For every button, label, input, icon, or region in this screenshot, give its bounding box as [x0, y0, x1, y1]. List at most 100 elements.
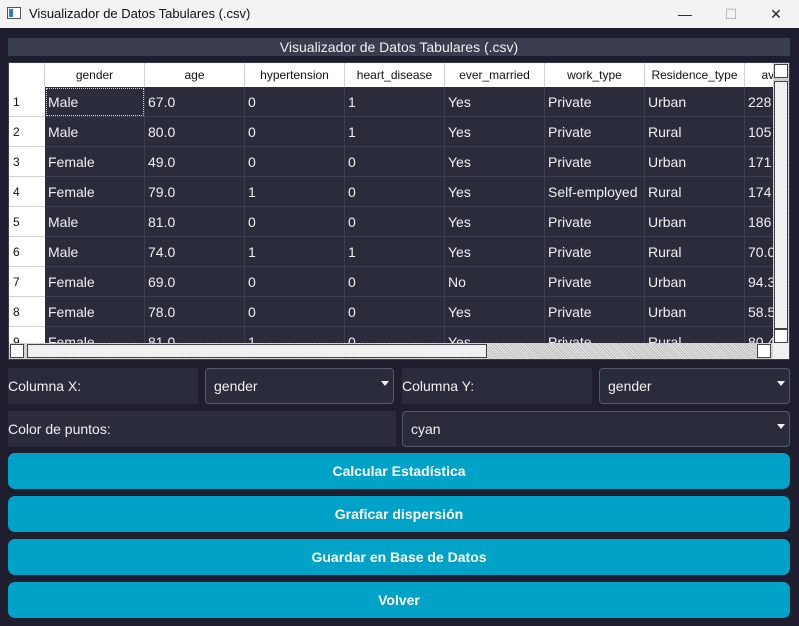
page-title: Visualizador de Datos Tabulares (.csv) — [8, 38, 790, 56]
table-cell[interactable]: Male — [45, 117, 145, 147]
column-x-select[interactable]: gender — [205, 368, 394, 404]
column-header[interactable]: heart_disease — [345, 63, 445, 87]
vertical-scroll-thumb[interactable] — [774, 81, 788, 329]
scroll-left-icon[interactable] — [10, 344, 24, 358]
point-color-select[interactable]: cyan — [402, 411, 790, 447]
table-cell[interactable]: Urban — [645, 147, 745, 177]
table-cell[interactable]: 0 — [245, 87, 345, 117]
row-header[interactable]: 2 — [9, 117, 45, 147]
row-header[interactable]: 4 — [9, 177, 45, 207]
table-cell[interactable]: Yes — [445, 177, 545, 207]
table-cell[interactable]: 1 — [245, 177, 345, 207]
column-header[interactable]: age — [145, 63, 245, 87]
column-y-label: Columna Y: — [402, 368, 592, 404]
table-cell[interactable]: Urban — [645, 267, 745, 297]
table-cell[interactable]: 0 — [345, 297, 445, 327]
table-cell[interactable]: Female — [45, 147, 145, 177]
table-cell[interactable]: 67.0 — [145, 87, 245, 117]
table-cell[interactable]: Yes — [445, 147, 545, 177]
table-cell[interactable]: Private — [545, 237, 645, 267]
table-cell[interactable]: Rural — [645, 237, 745, 267]
table-cell[interactable]: Male — [45, 87, 145, 117]
table-cell[interactable]: Urban — [645, 207, 745, 237]
table-cell[interactable]: Private — [545, 207, 645, 237]
row-header[interactable]: 5 — [9, 207, 45, 237]
table-cell[interactable]: No — [445, 267, 545, 297]
table-cell[interactable]: 0 — [345, 267, 445, 297]
table-cell[interactable]: 1 — [345, 117, 445, 147]
table-cell[interactable]: Yes — [445, 87, 545, 117]
column-header[interactable]: gender — [45, 63, 145, 87]
table-cell[interactable]: Yes — [445, 297, 545, 327]
scroll-right-icon[interactable] — [757, 344, 771, 358]
table-cell[interactable]: 49.0 — [145, 147, 245, 177]
table-cell[interactable]: Private — [545, 267, 645, 297]
table-cell[interactable]: Female — [45, 297, 145, 327]
column-y-select[interactable]: gender — [599, 368, 790, 404]
data-table[interactable]: gender age hypertension heart_disease ever_m… — [8, 62, 790, 360]
table-cell[interactable]: Private — [545, 297, 645, 327]
horizontal-scroll-thumb[interactable] — [27, 344, 487, 358]
table-cell[interactable]: 74.0 — [145, 237, 245, 267]
table-cell[interactable]: Rural — [645, 177, 745, 207]
save-database-button[interactable]: Guardar en Base de Datos — [8, 539, 790, 575]
table-cell[interactable]: 0 — [245, 267, 345, 297]
table-cell[interactable]: 0 — [245, 297, 345, 327]
point-color-value: cyan — [411, 421, 441, 437]
table-cell[interactable]: 0 — [245, 207, 345, 237]
table-cell[interactable]: 0 — [245, 117, 345, 147]
vertical-scrollbar[interactable] — [773, 63, 789, 345]
scroll-down-icon[interactable] — [774, 329, 788, 343]
table-cell[interactable]: Private — [545, 87, 645, 117]
table-cell[interactable]: 0 — [245, 147, 345, 177]
table-cell[interactable]: 79.0 — [145, 177, 245, 207]
chevron-down-icon — [777, 424, 785, 429]
table-cell[interactable]: 69.0 — [145, 267, 245, 297]
row-header[interactable]: 6 — [9, 237, 45, 267]
table-cell[interactable]: 0 — [345, 177, 445, 207]
table-cell[interactable]: Male — [45, 237, 145, 267]
table-cell[interactable]: Urban — [645, 297, 745, 327]
table-cell[interactable]: Female — [45, 177, 145, 207]
column-header[interactable]: work_type — [545, 63, 645, 87]
maximize-button[interactable]: ☐ — [708, 0, 754, 28]
table-cell[interactable]: 78.0 — [145, 297, 245, 327]
table-cell[interactable]: Private — [545, 147, 645, 177]
close-button[interactable]: ✕ — [753, 0, 799, 28]
table-cell[interactable]: 80.0 — [145, 117, 245, 147]
table-cell[interactable]: 81.0 — [145, 207, 245, 237]
table-cell[interactable]: Yes — [445, 207, 545, 237]
table-cell[interactable]: Yes — [445, 237, 545, 267]
table-cell[interactable]: Female — [45, 267, 145, 297]
table-corner[interactable] — [9, 63, 45, 87]
table-cell[interactable]: Self-employed — [545, 177, 645, 207]
chevron-down-icon — [777, 381, 785, 386]
column-header[interactable]: Residence_type — [645, 63, 745, 87]
column-header[interactable]: hypertension — [245, 63, 345, 87]
plot-scatter-button[interactable]: Graficar dispersión — [8, 496, 790, 532]
table-cell[interactable]: 1 — [345, 87, 445, 117]
row-header[interactable]: 7 — [9, 267, 45, 297]
table-cell[interactable]: Urban — [645, 87, 745, 117]
table-cell[interactable]: Yes — [445, 117, 545, 147]
horizontal-scrollbar[interactable] — [9, 343, 789, 359]
row-header[interactable]: 8 — [9, 297, 45, 327]
table-cell[interactable]: Male — [45, 207, 145, 237]
table-cell[interactable]: 1 — [345, 237, 445, 267]
row-header[interactable]: 1 — [9, 87, 45, 117]
table-cell[interactable]: 0 — [345, 147, 445, 177]
column-y-value: gender — [608, 378, 652, 394]
row-header[interactable]: 3 — [9, 147, 45, 177]
calculate-stats-button[interactable]: Calcular Estadística — [8, 453, 790, 489]
scroll-up-icon[interactable] — [774, 64, 788, 78]
main-panel: Visualizador de Datos Tabulares (.csv) g… — [0, 28, 799, 626]
table-cell[interactable]: Private — [545, 117, 645, 147]
column-header[interactable]: ever_married — [445, 63, 545, 87]
app-icon — [7, 7, 21, 19]
back-button[interactable]: Volver — [8, 582, 790, 618]
table-cell[interactable]: Rural — [645, 117, 745, 147]
table-cell[interactable]: 1 — [245, 237, 345, 267]
table-cell[interactable]: 0 — [345, 207, 445, 237]
scroll-corner — [773, 343, 789, 359]
minimize-button[interactable]: — — [662, 0, 708, 28]
